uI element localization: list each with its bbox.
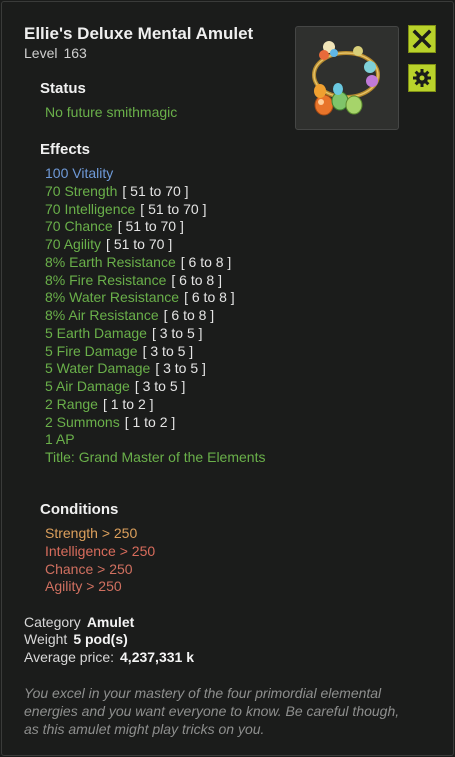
- effect-line-title: Title: Grand Master of the Elements: [45, 449, 285, 467]
- conditions-heading: Conditions: [40, 501, 119, 518]
- level-label: Level: [24, 45, 58, 61]
- effect-stat: 5 Earth Damage: [45, 324, 147, 341]
- effect-line: 2 Range[ 1 to 2 ]: [45, 396, 285, 414]
- amulet-icon: [312, 41, 380, 116]
- condition-strength: Strength > 250: [45, 525, 138, 541]
- effect-line: 100 Vitality: [45, 165, 285, 183]
- effect-range: [ 6 to 8 ]: [180, 253, 232, 270]
- condition-chance: Chance > 250: [45, 560, 133, 577]
- effect-line: 5 Earth Damage[ 3 to 5 ]: [45, 325, 285, 343]
- effect-range: [ 6 to 8 ]: [163, 307, 215, 323]
- conditions-list: Strength > 250 Intelligence > 250 Chance…: [45, 525, 155, 596]
- item-tooltip-panel: Ellie's Deluxe Mental Amulet Level 163 S…: [1, 1, 454, 756]
- category-label: Category: [24, 614, 81, 630]
- level-value: 163: [63, 45, 87, 61]
- condition-agility: Agility > 250: [45, 578, 122, 595]
- effect-range: [ 1 to 2 ]: [124, 413, 176, 430]
- effect-line: 70 Agility[ 51 to 70 ]: [45, 236, 285, 254]
- price-label: Average price:: [24, 649, 115, 665]
- price-row: Average price: 4,237,331 k: [24, 649, 194, 665]
- settings-button[interactable]: [408, 64, 436, 92]
- category-value: Amulet: [86, 614, 135, 630]
- effect-range: [ 3 to 5 ]: [155, 360, 206, 377]
- effect-line: 8% Water Resistance[ 6 to 8 ]: [45, 289, 285, 307]
- effect-stat: 8% Earth Resistance: [45, 253, 176, 270]
- effect-line: 8% Air Resistance[ 6 to 8 ]: [45, 307, 285, 325]
- effect-range: [ 3 to 5 ]: [142, 342, 194, 359]
- effect-line: 1 AP: [45, 431, 285, 449]
- effect-stat: 1 AP: [45, 431, 75, 448]
- category-row: Category Amulet: [24, 614, 134, 630]
- effect-stat: 8% Fire Resistance: [45, 271, 167, 288]
- effect-stat: 70 Agility: [45, 236, 102, 252]
- status-heading: Status: [40, 80, 86, 97]
- effect-range: [ 51 to 70 ]: [117, 218, 184, 235]
- effect-line: 8% Fire Resistance[ 6 to 8 ]: [45, 272, 285, 290]
- effect-range: [ 51 to 70 ]: [122, 182, 189, 199]
- effect-range: [ 3 to 5 ]: [151, 324, 203, 341]
- effect-stat: 70 Strength: [45, 182, 118, 199]
- effects-heading: Effects: [40, 141, 91, 158]
- status-text: No future smithmagic: [45, 104, 178, 120]
- item-level: Level 163: [24, 45, 87, 61]
- effect-stat: 5 Water Damage: [45, 360, 151, 377]
- effect-line: 5 Fire Damage[ 3 to 5 ]: [45, 343, 285, 361]
- effect-range: [ 51 to 70 ]: [140, 200, 207, 217]
- effect-range: [ 51 to 70 ]: [106, 236, 173, 252]
- effect-line: 70 Intelligence[ 51 to 70 ]: [45, 201, 285, 219]
- effect-line: 8% Earth Resistance[ 6 to 8 ]: [45, 254, 285, 272]
- effect-stat: 70 Chance: [45, 218, 113, 235]
- effect-stat: 2 Range: [45, 395, 98, 412]
- item-name: Ellie's Deluxe Mental Amulet: [24, 24, 254, 43]
- effect-stat: Title: Grand Master of the Elements: [45, 449, 266, 465]
- weight-label: Weight: [24, 631, 68, 647]
- close-icon: [412, 29, 432, 49]
- condition-intelligence: Intelligence > 250: [45, 542, 156, 559]
- effect-stat: 8% Water Resistance: [45, 289, 180, 306]
- effect-range: [ 1 to 2 ]: [102, 395, 154, 412]
- effect-line: 5 Water Damage[ 3 to 5 ]: [45, 360, 285, 378]
- weight-value: 5 pod(s): [73, 631, 128, 647]
- price-value: 4,237,331 k: [120, 649, 194, 665]
- effect-stat: 2 Summons: [45, 413, 120, 430]
- effect-line: 5 Air Damage[ 3 to 5 ]: [45, 378, 285, 396]
- effect-line: 70 Chance[ 51 to 70 ]: [45, 218, 285, 236]
- item-description: You excel in your mastery of the four pr…: [24, 685, 400, 737]
- effects-list: 100 Vitality 70 Strength[ 51 to 70 ] 70 …: [45, 165, 285, 467]
- effect-range: [ 3 to 5 ]: [134, 378, 186, 394]
- weight-row: Weight 5 pod(s): [24, 631, 128, 647]
- item-image: [295, 26, 399, 130]
- effect-stat: 5 Fire Damage: [45, 342, 138, 359]
- effect-line: 70 Strength[ 51 to 70 ]: [45, 183, 285, 201]
- effect-stat: 5 Air Damage: [45, 378, 130, 394]
- effect-range: [ 6 to 8 ]: [171, 271, 222, 288]
- effect-stat: 100 Vitality: [45, 165, 114, 181]
- effect-stat: 8% Air Resistance: [45, 307, 159, 323]
- effect-line: 2 Summons[ 1 to 2 ]: [45, 414, 285, 432]
- gear-icon: [413, 69, 431, 87]
- effect-stat: 70 Intelligence: [45, 200, 136, 217]
- effect-range: [ 6 to 8 ]: [184, 289, 235, 306]
- close-button[interactable]: [408, 25, 436, 53]
